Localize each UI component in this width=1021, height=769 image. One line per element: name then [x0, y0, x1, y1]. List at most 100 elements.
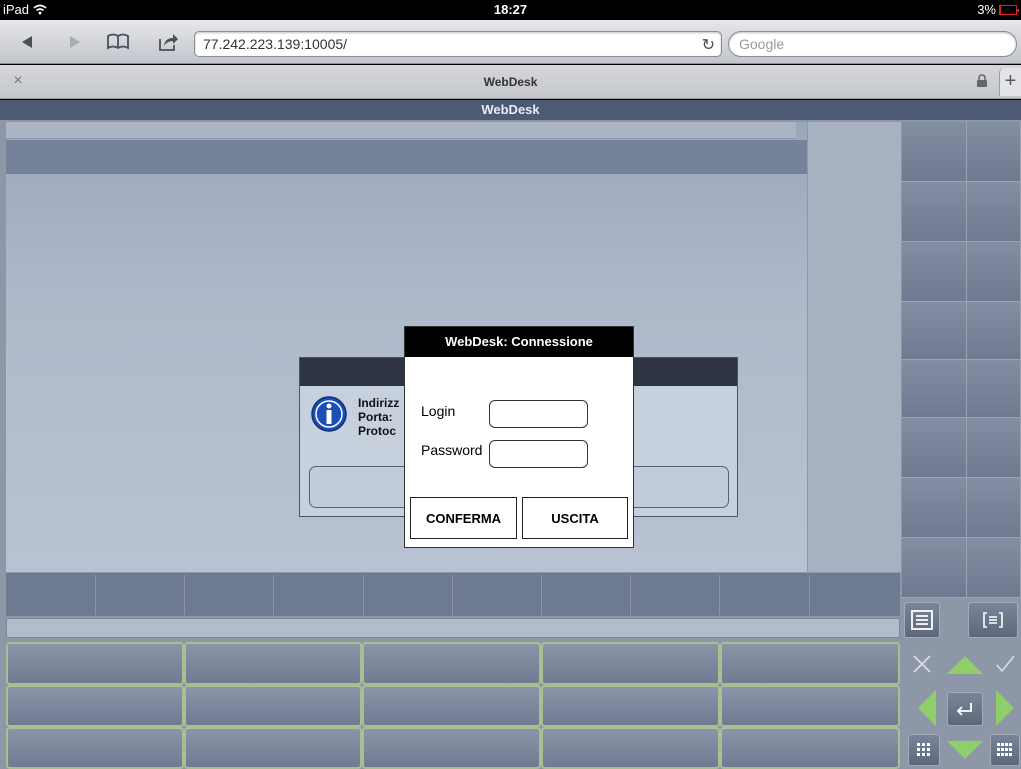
keyboard-key[interactable]	[362, 685, 541, 727]
keyboard-key[interactable]	[362, 727, 541, 769]
bookmarks-book-icon	[107, 33, 129, 50]
new-tab-button[interactable]: +	[999, 68, 1021, 96]
function-key[interactable]	[185, 575, 274, 615]
keyboard-key[interactable]	[720, 727, 900, 769]
reload-icon[interactable]: ↻	[702, 35, 715, 55]
forward-button[interactable]	[62, 30, 88, 54]
checkmark-icon	[996, 655, 1015, 673]
function-key[interactable]	[6, 575, 96, 615]
right-column	[807, 122, 901, 572]
function-key[interactable]	[274, 575, 364, 615]
info-icon	[311, 396, 347, 432]
soft-keyboard	[6, 642, 900, 769]
function-key[interactable]	[631, 575, 720, 615]
side-key[interactable]	[967, 242, 1021, 302]
enter-button[interactable]	[947, 692, 983, 726]
function-key[interactable]	[720, 575, 810, 615]
function-key[interactable]	[453, 575, 542, 615]
tab-strip: × WebDesk +	[0, 65, 1021, 99]
side-key[interactable]	[902, 242, 967, 302]
keypad-button[interactable]	[908, 734, 940, 766]
side-key[interactable]	[967, 302, 1021, 360]
url-text: 77.242.223.139:10005/	[203, 36, 348, 52]
keyboard-grid-icon	[997, 743, 1012, 756]
back-arrow-icon	[22, 36, 32, 48]
status-bar: iPad 18:27 3%	[0, 0, 1021, 20]
function-key[interactable]	[810, 575, 900, 615]
function-key-row	[6, 573, 900, 616]
keyboard-key[interactable]	[720, 642, 900, 685]
top-status-bar	[6, 140, 807, 174]
password-input[interactable]	[489, 440, 588, 468]
grid-icon	[917, 743, 930, 756]
login-input[interactable]	[489, 400, 588, 428]
keyboard-key[interactable]	[362, 642, 541, 685]
close-x-icon	[913, 655, 931, 673]
horizontal-scrollbar[interactable]	[6, 618, 900, 638]
bookmarks-button[interactable]	[105, 30, 131, 54]
login-dialog-title: WebDesk: Connessione	[405, 327, 633, 357]
login-label: Login	[421, 403, 456, 419]
field-button[interactable]	[968, 602, 1018, 638]
enter-return-icon	[956, 703, 972, 716]
down-button[interactable]	[942, 736, 988, 766]
arrow-left-icon	[918, 690, 936, 726]
login-dialog: WebDesk: Connessione Login Password CONF…	[404, 326, 634, 548]
keyboard-key[interactable]	[541, 642, 720, 685]
top-bar	[6, 122, 796, 139]
side-key[interactable]	[902, 478, 967, 538]
side-key[interactable]	[967, 182, 1021, 242]
left-button[interactable]	[912, 686, 942, 730]
cancel-button[interactable]	[904, 644, 940, 684]
browser-toolbar: 77.242.223.139:10005/ ↻ Google	[0, 20, 1021, 64]
webdesk-page: WebDesk Indirizz Porta: Protoc WebDesk: …	[0, 100, 1021, 769]
menu-list-icon	[911, 610, 933, 630]
side-key[interactable]	[902, 538, 967, 598]
side-key[interactable]	[967, 122, 1021, 182]
side-key[interactable]	[902, 182, 967, 242]
keyboard-key[interactable]	[720, 685, 900, 727]
up-button[interactable]	[942, 644, 988, 684]
keyboard-key[interactable]	[6, 727, 184, 769]
arrow-up-icon	[947, 656, 983, 674]
side-key[interactable]	[967, 360, 1021, 418]
side-key[interactable]	[902, 302, 967, 360]
confirm-check-button[interactable]	[990, 644, 1020, 684]
keyboard-key[interactable]	[6, 642, 184, 685]
exit-button[interactable]: USCITA	[522, 497, 628, 539]
arrow-right-icon	[996, 690, 1014, 726]
arrow-down-icon	[947, 741, 983, 759]
function-key[interactable]	[542, 575, 631, 615]
keyboard-key[interactable]	[6, 685, 184, 727]
side-key[interactable]	[902, 360, 967, 418]
keyboard-key[interactable]	[184, 685, 362, 727]
keyboard-key[interactable]	[541, 685, 720, 727]
keyboard-toggle-button[interactable]	[990, 734, 1020, 766]
battery-percent: 3%	[977, 2, 996, 17]
bracket-list-icon	[983, 612, 1003, 628]
keyboard-key[interactable]	[184, 642, 362, 685]
url-field[interactable]: 77.242.223.139:10005/ ↻	[194, 31, 722, 57]
function-key[interactable]	[96, 575, 185, 615]
side-key[interactable]	[967, 418, 1021, 478]
forward-arrow-icon	[70, 36, 80, 48]
keyboard-key[interactable]	[184, 727, 362, 769]
search-field[interactable]: Google	[728, 31, 1017, 57]
page-title: WebDesk	[0, 100, 1021, 120]
connection-info-text: Indirizz Porta: Protoc	[358, 396, 400, 438]
function-key[interactable]	[364, 575, 453, 615]
back-button[interactable]	[14, 30, 40, 54]
right-button[interactable]	[990, 686, 1020, 730]
share-button[interactable]	[155, 30, 181, 54]
navigation-pad	[902, 598, 1021, 769]
side-key[interactable]	[902, 122, 967, 182]
confirm-button[interactable]: CONFERMA	[410, 497, 517, 539]
menu-button[interactable]	[904, 602, 940, 638]
side-key[interactable]	[967, 538, 1021, 598]
clock: 18:27	[493, 2, 528, 17]
tab-title[interactable]: WebDesk	[0, 75, 1021, 89]
side-key[interactable]	[902, 418, 967, 478]
keyboard-key[interactable]	[541, 727, 720, 769]
lock-icon	[977, 74, 987, 87]
side-key[interactable]	[967, 478, 1021, 538]
